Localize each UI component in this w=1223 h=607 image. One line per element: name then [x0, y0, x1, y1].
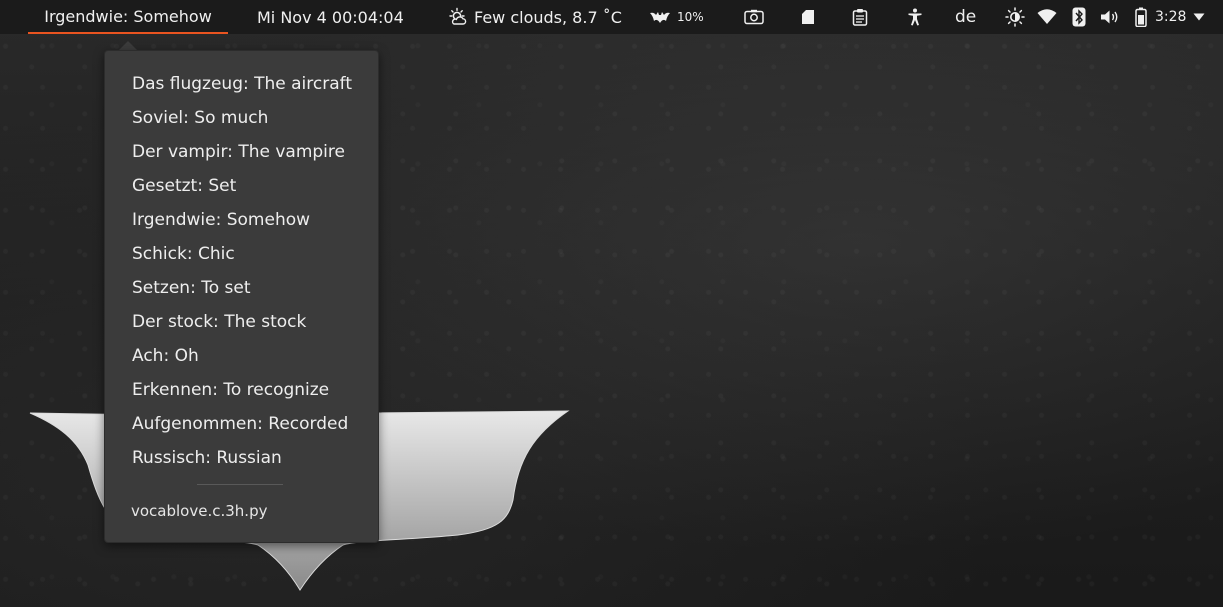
- vocab-indicator[interactable]: Irgendwie: Somehow: [28, 0, 228, 34]
- battery-indicator[interactable]: 3:28: [1135, 0, 1205, 34]
- accessibility-icon: [908, 8, 922, 26]
- accessibility-indicator[interactable]: [904, 0, 926, 34]
- clipboard-indicator[interactable]: [849, 0, 871, 34]
- menu-item[interactable]: Der vampir: The vampire: [132, 135, 345, 169]
- menu-footer-app-name[interactable]: vocablove.c.3h.py: [131, 496, 267, 526]
- system-load-indicator[interactable]: 10%: [649, 0, 704, 34]
- wifi-icon: [1037, 9, 1057, 24]
- menu-item[interactable]: Gesetzt: Set: [132, 169, 236, 203]
- keyboard-layout-label: de: [955, 7, 977, 27]
- battery-icon: [1135, 7, 1147, 27]
- weather-label: Few clouds, 8.7 ˚C: [474, 7, 622, 27]
- menu-item[interactable]: Erkennen: To recognize: [132, 373, 329, 407]
- weather-indicator[interactable]: Few clouds, 8.7 ˚C: [448, 0, 622, 34]
- bluetooth-icon: [1072, 7, 1086, 27]
- files-icon: [802, 10, 814, 24]
- files-indicator[interactable]: [797, 0, 819, 34]
- volume-indicator[interactable]: [1098, 0, 1122, 34]
- menu-item[interactable]: Irgendwie: Somehow: [132, 203, 310, 237]
- menu-item[interactable]: Der stock: The stock: [132, 305, 306, 339]
- menu-item[interactable]: Schick: Chic: [132, 237, 235, 271]
- vocab-indicator-label: Irgendwie: Somehow: [44, 6, 212, 26]
- vocab-dropdown-menu: Das flugzeug: The aircraft Soviel: So mu…: [104, 50, 379, 543]
- bluetooth-indicator[interactable]: [1069, 0, 1089, 34]
- brightness-indicator[interactable]: [1004, 0, 1026, 34]
- chevron-down-icon: [1193, 13, 1205, 21]
- bat-icon: [650, 12, 670, 23]
- clock-indicator[interactable]: Mi Nov 4 00:04:04: [257, 0, 404, 34]
- top-panel: Irgendwie: Somehow Mi Nov 4 00:04:04 Few…: [0, 0, 1223, 34]
- volume-icon: [1101, 10, 1118, 24]
- menu-item[interactable]: Das flugzeug: The aircraft: [132, 67, 352, 101]
- wifi-indicator[interactable]: [1035, 0, 1059, 34]
- menu-separator: [197, 484, 283, 485]
- menu-item[interactable]: Ach: Oh: [132, 339, 199, 373]
- menu-item[interactable]: Setzen: To set: [132, 271, 251, 305]
- menu-item[interactable]: Soviel: So much: [132, 101, 268, 135]
- battery-time-label: 3:28: [1155, 9, 1187, 25]
- screenshot-indicator[interactable]: [742, 0, 766, 34]
- menu-item[interactable]: Aufgenommen: Recorded: [132, 407, 348, 441]
- menu-item[interactable]: Russisch: Russian: [132, 441, 282, 475]
- keyboard-layout-indicator[interactable]: de: [955, 0, 976, 34]
- system-load-label: 10%: [677, 10, 704, 24]
- partly-cloudy-sun-icon: [449, 7, 467, 25]
- clock-label: Mi Nov 4 00:04:04: [257, 7, 404, 27]
- screenshot-icon: [744, 9, 764, 25]
- brightness-icon: [1005, 7, 1025, 27]
- clipboard-icon: [852, 9, 868, 26]
